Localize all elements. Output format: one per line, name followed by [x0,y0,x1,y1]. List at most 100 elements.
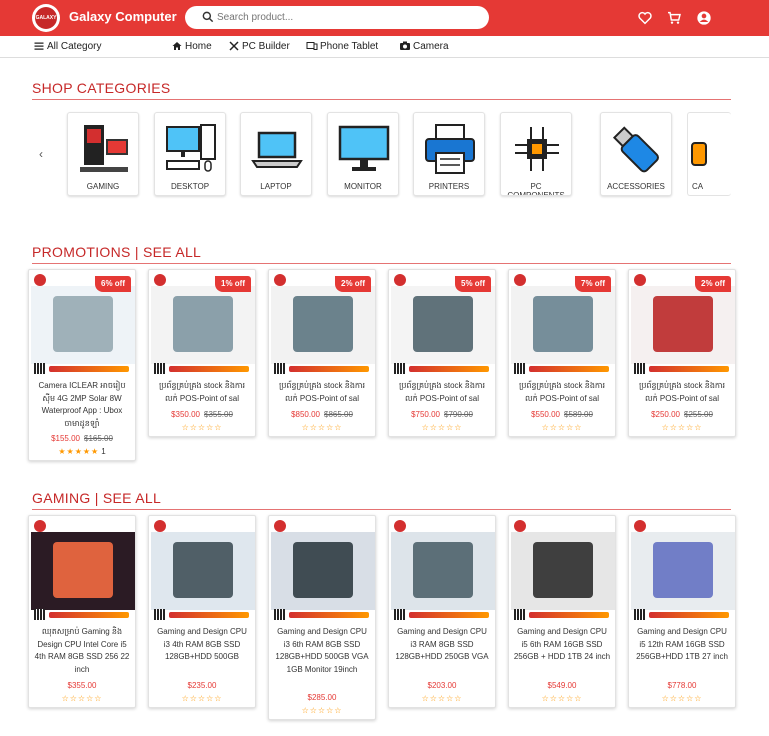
product-name[interactable]: ឈុតសម្រាប់ Gaming និង Design CPU Intel C… [33,626,131,676]
product-name[interactable]: ប្រព័ន្ធគ្រប់គ្រង stock និងការលក់ POS-Po… [393,380,491,406]
product-card[interactable]: 7% off ប្រព័ន្ធគ្រប់គ្រង stock និងការលក់ … [508,269,616,437]
menu-icon [34,42,44,50]
product-card[interactable]: 2% off ប្រព័ន្ធគ្រប់គ្រង stock និងការលក់ … [268,269,376,437]
cart-icon[interactable] [666,10,682,26]
product-image[interactable]: 1% off [151,272,255,376]
category-laptop[interactable]: LAPTOP [240,112,312,196]
rating-stars: ☆☆☆☆☆ [389,423,495,432]
account-icon[interactable] [696,10,712,26]
product-image[interactable] [31,518,135,622]
star-icons: ☆☆☆☆☆ [661,694,703,703]
discount-badge: 7% off [575,276,611,292]
product-image[interactable] [391,518,495,622]
nav-phone-tablet-label: Phone Tablet [320,40,379,52]
product-name[interactable]: ប្រព័ន្ធគ្រប់គ្រង stock និងការលក់ POS-Po… [633,380,731,406]
rating-stars: ☆☆☆☆☆ [149,694,255,703]
category-pc-components[interactable]: PC COMPONENTS [500,112,572,196]
product-name[interactable]: Gaming and Design CPU i5 12th RAM 16GB S… [633,626,731,664]
category-accessories[interactable]: ACCESSORIES [600,112,672,196]
category-desktop[interactable]: DESKTOP [154,112,226,196]
search-input[interactable] [217,9,477,26]
product-card[interactable]: Gaming and Design CPU i5 12th RAM 16GB S… [628,515,736,708]
product-card[interactable]: 6% off Camera ICLEAR អាចរៀបស៊ីម 4G 2MP So… [28,269,136,461]
price-banner [649,612,729,618]
logo[interactable]: GALAXY [32,4,60,32]
logo-text: GALAXY [35,7,57,29]
qr-code-icon [274,363,285,374]
product-card[interactable]: Gaming and Design CPU i3 RAM 8GB SSD 128… [388,515,496,708]
product-price: $850.00 $865.00 [269,410,375,419]
category-monitor[interactable]: MONITOR [327,112,399,196]
product-name[interactable]: Camera ICLEAR អាចរៀបស៊ីម 4G 2MP Solar 8W… [33,380,131,430]
product-price: $250.00 $255.00 [629,410,735,419]
product-image[interactable]: 5% off [391,272,495,376]
product-name[interactable]: Gaming and Design CPU i3 RAM 8GB SSD 128… [393,626,491,664]
category-printers[interactable]: PRINTERS [413,112,485,196]
product-price: $350.00 $355.00 [149,410,255,419]
product-card[interactable]: 5% off ប្រព័ន្ធគ្រប់គ្រង stock និងការលក់ … [388,269,496,437]
product-card[interactable]: 1% off ប្រព័ន្ធគ្រប់គ្រង stock និងការលក់ … [148,269,256,437]
price-banner [289,366,369,372]
gaming-pc-icon [80,125,128,172]
product-illustration [293,296,353,352]
product-image[interactable] [271,518,375,622]
nav-phone-tablet[interactable]: Phone Tablet [306,40,378,52]
product-card[interactable]: Gaming and Design CPU i3 4th RAM 8GB SSD… [148,515,256,708]
all-category-menu[interactable]: All Category [33,40,101,52]
qr-code-icon [634,609,645,620]
heart-icon[interactable] [637,10,653,26]
product-image[interactable]: 2% off [631,272,735,376]
product-name[interactable]: ប្រព័ន្ធគ្រប់គ្រង stock និងការលក់ POS-Po… [273,380,371,406]
category-gaming[interactable]: GAMING [67,112,139,196]
image-header [511,518,615,532]
qr-code-icon [154,363,165,374]
product-image[interactable]: 7% off [511,272,615,376]
product-image[interactable]: 2% off [271,272,375,376]
product-name[interactable]: Gaming and Design CPU i5 6th RAM 16GB SS… [513,626,611,664]
brand-name[interactable]: Galaxy Computer [69,9,177,24]
monitor-icon [338,125,390,171]
qr-code-icon [154,609,165,620]
rating-stars: ☆☆☆☆☆ [149,423,255,432]
brand-logo-icon [394,520,406,532]
product-card[interactable]: Gaming and Design CPU i5 6th RAM 16GB SS… [508,515,616,708]
price-banner [649,366,729,372]
product-illustration [173,296,233,352]
category-partial[interactable]: CA [687,112,731,196]
product-image[interactable]: 6% off [31,272,135,376]
nav-pc-builder[interactable]: PC Builder [228,40,290,52]
product-name[interactable]: ប្រព័ន្ធគ្រប់គ្រង stock និងការលក់ POS-Po… [153,380,251,406]
promotions-title[interactable]: PROMOTIONS | SEE ALL [32,244,201,260]
brand-logo-icon [34,274,46,286]
qr-code-icon [34,363,45,374]
original-price: $255.00 [684,410,713,419]
printer-icon [425,124,475,174]
rating-stars: ★★★★★ 1 [29,447,135,456]
nav-home[interactable]: Home [171,40,212,52]
product-name[interactable]: Gaming and Design CPU i3 6th RAM 8GB SSD… [273,626,371,688]
nav-camera[interactable]: Camera [399,40,449,52]
image-header [631,518,735,532]
price-banner [529,612,609,618]
gaming-title[interactable]: GAMING | SEE ALL [32,490,161,506]
product-image[interactable] [631,518,735,622]
product-card[interactable]: 2% off ប្រព័ន្ធគ្រប់គ្រង stock និងការលក់ … [628,269,736,437]
product-name[interactable]: ប្រព័ន្ធគ្រប់គ្រង stock និងការលក់ POS-Po… [513,380,611,406]
original-price: $865.00 [324,410,353,419]
chevron-left-icon[interactable]: ‹ [39,147,43,161]
product-name[interactable]: Gaming and Design CPU i3 4th RAM 8GB SSD… [153,626,251,664]
product-card[interactable]: Gaming and Design CPU i3 6th RAM 8GB SSD… [268,515,376,720]
search-icon[interactable] [201,10,215,24]
product-card[interactable]: ឈុតសម្រាប់ Gaming និង Design CPU Intel C… [28,515,136,708]
product-illustration [293,542,353,598]
original-price: $165.00 [84,434,113,443]
product-image[interactable] [151,518,255,622]
product-price: $235.00 [149,681,255,690]
price-banner [529,366,609,372]
brand-logo-icon [154,520,166,532]
current-price: $250.00 [651,410,680,419]
product-image[interactable] [511,518,615,622]
original-price: $589.00 [564,410,593,419]
rating-stars: ☆☆☆☆☆ [389,694,495,703]
current-price: $203.00 [427,681,457,690]
